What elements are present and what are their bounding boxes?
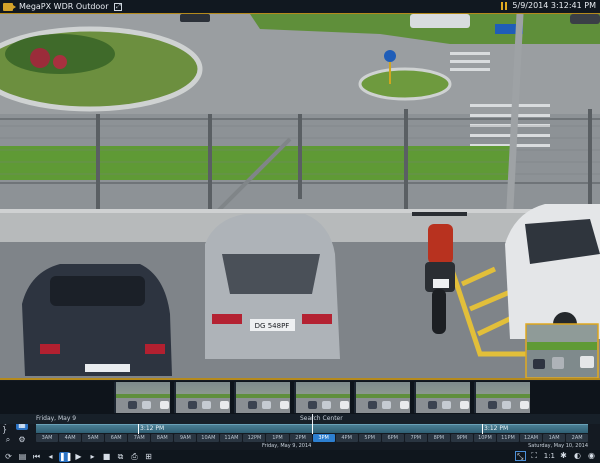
hour-tick[interactable]: 3AM (36, 434, 59, 442)
day-labels: Friday, May 9, 2014 Saturday, May 10, 20… (36, 443, 588, 450)
hour-tick[interactable]: 4PM (335, 434, 358, 442)
thumbnail-4[interactable] (294, 382, 350, 413)
playback-datetime: 5/9/2014 3:12:41 PM (512, 1, 596, 10)
export-icon[interactable]: ⎙ (129, 452, 140, 462)
pause-icon[interactable] (501, 1, 508, 10)
hour-tick[interactable]: 11AM (220, 434, 243, 442)
color-icon[interactable]: ◐ (572, 451, 583, 461)
center-plate: DG 548PF (255, 322, 290, 330)
hour-tick[interactable]: 10AM (197, 434, 220, 442)
calendar-icon[interactable]: ▤ (17, 452, 28, 462)
day-label-mid: Friday, May 9, 2014 (262, 443, 312, 449)
hour-tick[interactable]: 9PM (450, 434, 473, 442)
timeline-marker-right[interactable] (482, 424, 483, 434)
hour-tick[interactable]: 8AM (151, 434, 174, 442)
thumbnail-7[interactable] (474, 382, 530, 413)
thumbnail-6[interactable] (414, 382, 470, 413)
thumbnail-2[interactable] (174, 382, 230, 413)
timeline-left-time: 3:12 PM (140, 425, 165, 432)
zoom-icon[interactable]: ⤡ (514, 451, 526, 461)
titlebar-right: 5/9/2014 3:12:41 PM (501, 1, 596, 10)
hour-tick[interactable]: 3PM (312, 434, 335, 442)
print-icon[interactable]: ⊞ (143, 452, 154, 462)
day-label-right: Saturday, May 10, 2014 (528, 443, 588, 449)
timeline-left-day: Friday, May 9 (36, 415, 77, 422)
title-bar: MegaPX WDR Outdoor ⤢ 5/9/2014 3:12:41 PM (0, 0, 600, 14)
timeline-right-time: 3:12 PM (484, 425, 509, 432)
thumbnail-strip[interactable] (0, 381, 600, 414)
timeline-marker-left[interactable] (138, 424, 139, 434)
car-left (22, 264, 172, 376)
hour-tick[interactable]: 10PM (473, 434, 496, 442)
hour-tick[interactable]: 7PM (404, 434, 427, 442)
step-back-icon[interactable]: ◂ (45, 452, 56, 462)
play-icon[interactable]: ▶ (73, 452, 84, 462)
snapshot-icon[interactable]: ⧉ (115, 452, 126, 462)
car-center: DG 548PF (205, 214, 340, 359)
hour-tick[interactable]: 7AM (128, 434, 151, 442)
playback-toolbar: ⟳ ▤ ⏮ ◂ ❚❚ ▶ ▸ ■ ⧉ ⎙ ⊞ ⤡ ⛶ 1:1 ✱ ◐ ◉ (0, 450, 600, 463)
hour-tick[interactable]: 8PM (427, 434, 450, 442)
hour-tick[interactable]: 6PM (381, 434, 404, 442)
hour-tick[interactable]: 11PM (496, 434, 519, 442)
hour-tick[interactable]: 1AM (543, 434, 566, 442)
stop-icon[interactable]: ■ (101, 452, 112, 462)
step-forward-icon[interactable]: ▸ (87, 452, 98, 462)
settings-icon[interactable]: ✱ (558, 451, 569, 461)
hour-tick[interactable]: 1PM (266, 434, 289, 442)
thumbnail-5[interactable] (354, 382, 410, 413)
expand-icon[interactable]: ⤢ (114, 2, 123, 11)
hour-tick[interactable]: 5PM (358, 434, 381, 442)
car-right (505, 204, 600, 339)
hour-tick[interactable]: 2PM (289, 434, 312, 442)
hour-tick[interactable]: 12AM (519, 434, 543, 442)
pause-button[interactable]: ❚❚ (59, 451, 72, 462)
hour-tick[interactable]: 9AM (174, 434, 197, 442)
search-icon[interactable]: ⌕ (2, 434, 14, 445)
hour-tick[interactable]: 12PM (243, 434, 266, 442)
timeline-header: Friday, May 9 Search Center (0, 414, 600, 424)
thumbnail-3[interactable] (234, 382, 290, 413)
hour-tick[interactable]: 4AM (59, 434, 82, 442)
timeline-cursor[interactable] (312, 414, 313, 424)
camera-title: MegaPX WDR Outdoor (19, 2, 109, 11)
gear-icon[interactable]: ⚙ (16, 434, 28, 445)
timeline-bar[interactable]: 3:12 PM 3:12 PM (36, 424, 588, 434)
timeline-marker-center[interactable] (312, 424, 313, 434)
fullscreen-icon[interactable]: ⛶ (529, 451, 540, 461)
camera-icon (3, 2, 16, 11)
toolbar-right: ⤡ ⛶ 1:1 ✱ ◐ ◉ (512, 451, 597, 461)
hour-tick[interactable]: 2AM (566, 434, 589, 442)
skip-back-icon[interactable]: ⏮ (31, 452, 42, 462)
speed-value[interactable]: 1:1 (544, 452, 555, 460)
thumbnail-1[interactable] (114, 382, 170, 413)
refresh-icon[interactable]: ⟳ (3, 452, 14, 462)
hour-tick[interactable]: 5AM (82, 434, 105, 442)
video-viewport[interactable]: DG 548PF (0, 14, 600, 380)
hour-tick[interactable]: 6AM (105, 434, 128, 442)
camera-scene: DG 548PF (0, 14, 600, 378)
hour-scale[interactable]: 3AM 4AM 5AM 6AM 7AM 8AM 9AM 10AM 11AM 12PM 1PM 2PM 3… (36, 434, 589, 443)
search-center-label[interactable]: Search Center (300, 415, 343, 422)
pip-overview (525, 323, 599, 378)
camera-icon[interactable]: ◉ (586, 451, 597, 461)
